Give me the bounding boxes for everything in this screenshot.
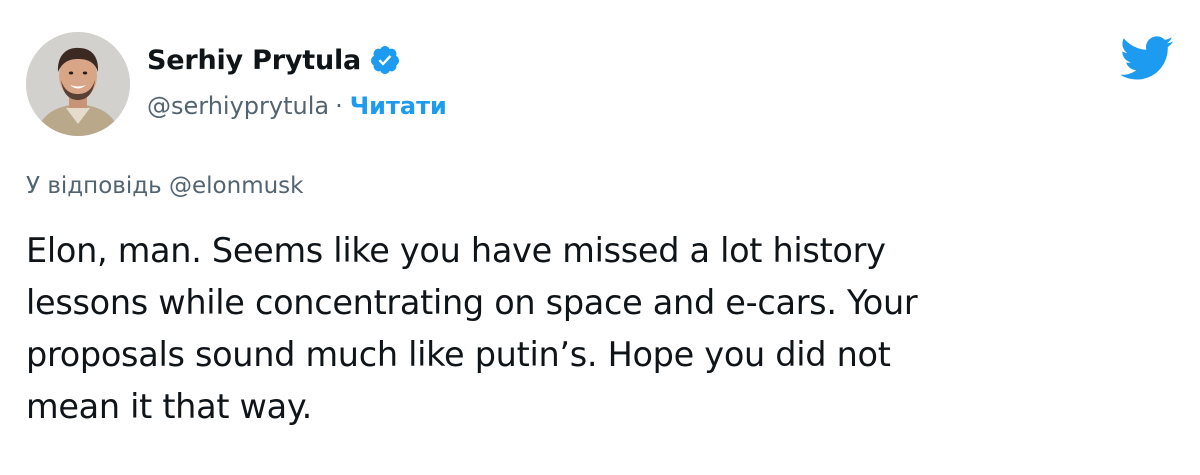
author-handle[interactable]: @serhiyprytula <box>147 92 329 120</box>
reply-mention-link[interactable]: @elonmusk <box>169 173 303 199</box>
author-handle-row: @serhiyprytula · Читати <box>147 88 447 124</box>
tweet-card: Serhiy Prytula @serhiyprytula · Читати У… <box>0 0 1200 475</box>
verified-badge-icon <box>369 44 401 76</box>
twitter-bird-icon[interactable] <box>1118 34 1174 82</box>
reply-prefix: У відповідь <box>26 173 162 199</box>
avatar[interactable] <box>26 32 130 136</box>
author-display-name[interactable]: Serhiy Prytula <box>147 45 361 76</box>
tweet-body-text: Elon, man. Seems like you have missed a … <box>26 231 918 426</box>
avatar-image <box>26 32 130 136</box>
separator-dot: · <box>335 92 343 120</box>
reply-context: У відповідь @elonmusk <box>26 173 303 199</box>
author-name-row: Serhiy Prytula <box>147 38 401 82</box>
follow-link[interactable]: Читати <box>350 92 447 120</box>
